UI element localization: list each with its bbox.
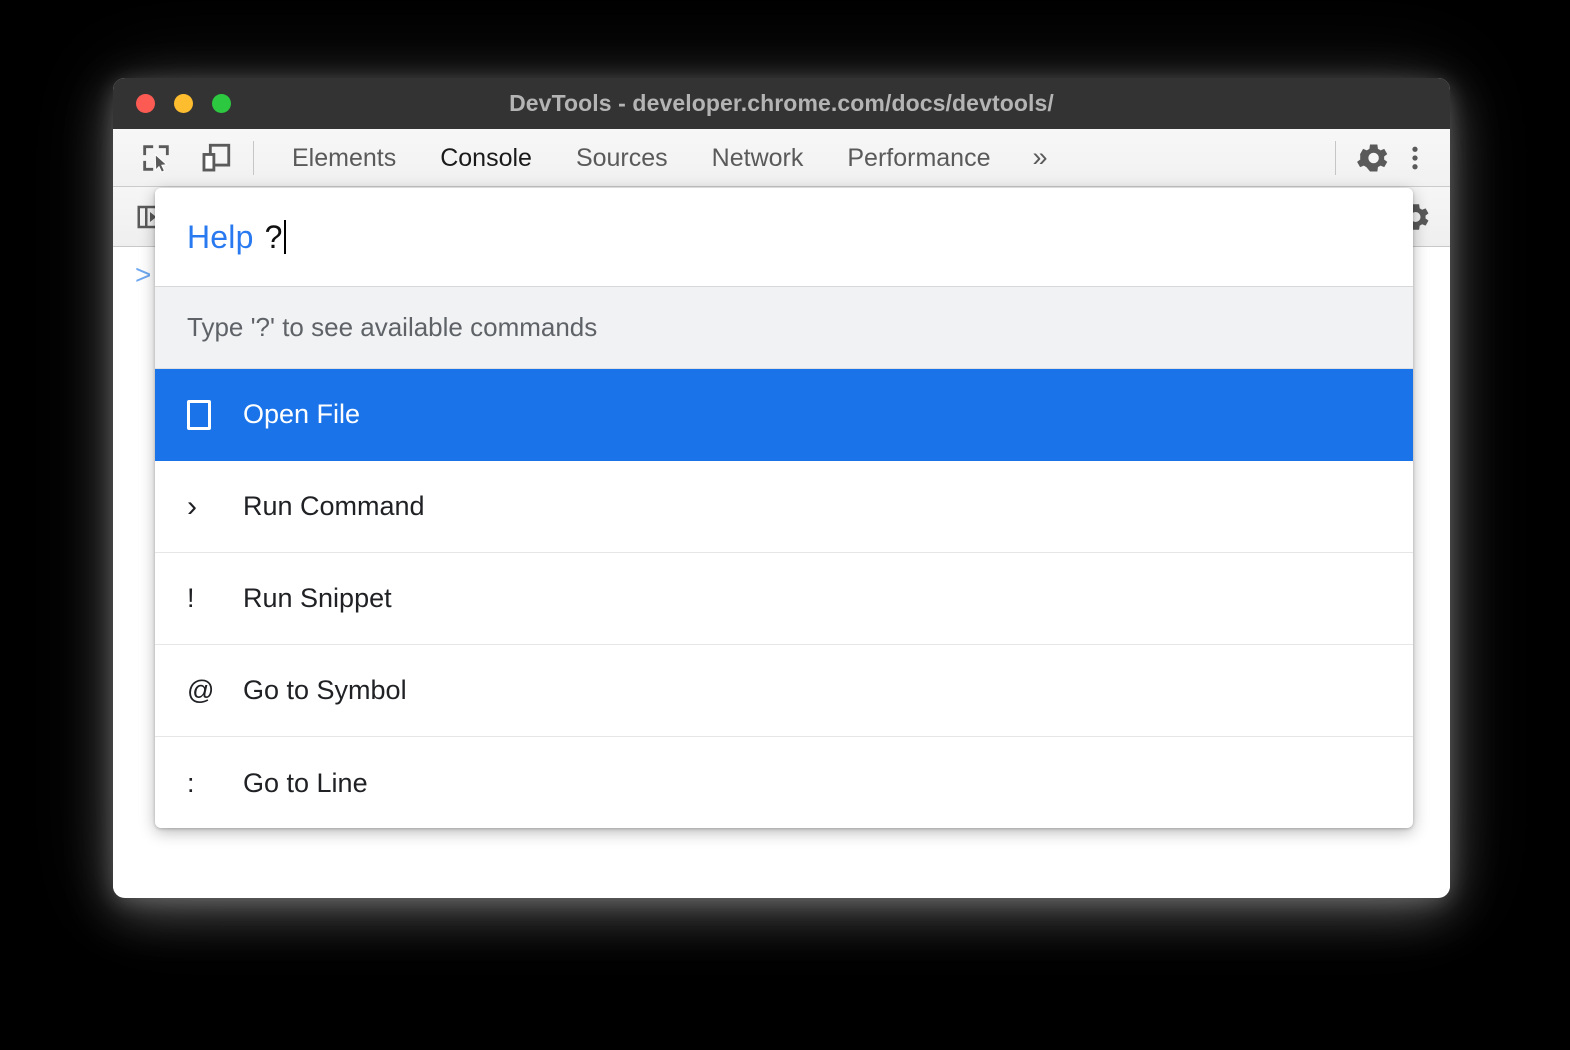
file-icon (187, 400, 243, 430)
command-item-label: Go to Symbol (243, 675, 407, 706)
command-item-run-command[interactable]: › Run Command (155, 461, 1413, 553)
traffic-lights (136, 94, 231, 113)
command-menu-hint: Type '?' to see available commands (155, 287, 1413, 369)
tab-performance[interactable]: Performance (825, 129, 1012, 187)
command-menu-prefix: Help (187, 219, 254, 256)
command-item-run-snippet[interactable]: ! Run Snippet (155, 553, 1413, 645)
customize-devtools-button[interactable] (1394, 137, 1436, 179)
devtools-tabstrip: Elements Console Sources Network Perform… (113, 129, 1450, 187)
window-title: DevTools - developer.chrome.com/docs/dev… (113, 90, 1450, 117)
maximize-window-button[interactable] (212, 94, 231, 113)
command-item-label: Run Snippet (243, 583, 392, 614)
command-item-label: Go to Line (243, 768, 368, 799)
gear-icon (1355, 140, 1391, 176)
command-menu-list: Open File › Run Command ! Run Snippet @ … (155, 369, 1413, 828)
tabstrip-right-group (1319, 137, 1436, 179)
at-sign-icon: @ (187, 675, 243, 706)
command-menu-dialog: Help ? Type '?' to see available command… (155, 188, 1413, 828)
text-caret (284, 220, 286, 254)
more-tabs-button[interactable]: » (1012, 144, 1067, 171)
command-item-open-file[interactable]: Open File (155, 369, 1413, 461)
minimize-window-button[interactable] (174, 94, 193, 113)
tabstrip-right-divider (1335, 141, 1336, 175)
settings-button[interactable] (1352, 137, 1394, 179)
panel-tabs: Elements Console Sources Network Perform… (270, 129, 1068, 187)
inspect-element-button[interactable] (135, 137, 177, 179)
tab-console[interactable]: Console (418, 129, 554, 187)
tool-icon-group (135, 137, 237, 179)
tab-network[interactable]: Network (690, 129, 826, 187)
device-toolbar-icon (199, 141, 233, 175)
screenshot-root: DevTools - developer.chrome.com/docs/dev… (0, 0, 1570, 1050)
inspect-element-icon (139, 141, 173, 175)
toggle-device-toolbar-button[interactable] (195, 137, 237, 179)
more-vertical-icon (1400, 141, 1430, 175)
window-titlebar: DevTools - developer.chrome.com/docs/dev… (113, 78, 1450, 129)
command-item-go-to-symbol[interactable]: @ Go to Symbol (155, 645, 1413, 737)
command-item-label: Run Command (243, 491, 425, 522)
tab-elements[interactable]: Elements (270, 129, 418, 187)
tab-sources[interactable]: Sources (554, 129, 690, 187)
command-menu-input-row[interactable]: Help ? (155, 188, 1413, 287)
chevron-right-icon: › (187, 490, 243, 524)
console-prompt-chevron: > (135, 261, 151, 289)
toolbar-divider (253, 141, 254, 175)
command-menu-input[interactable]: ? (265, 219, 283, 256)
exclamation-icon: ! (187, 583, 243, 614)
command-item-go-to-line[interactable]: : Go to Line (155, 737, 1413, 828)
colon-icon: : (187, 768, 243, 799)
command-item-label: Open File (243, 399, 360, 430)
close-window-button[interactable] (136, 94, 155, 113)
